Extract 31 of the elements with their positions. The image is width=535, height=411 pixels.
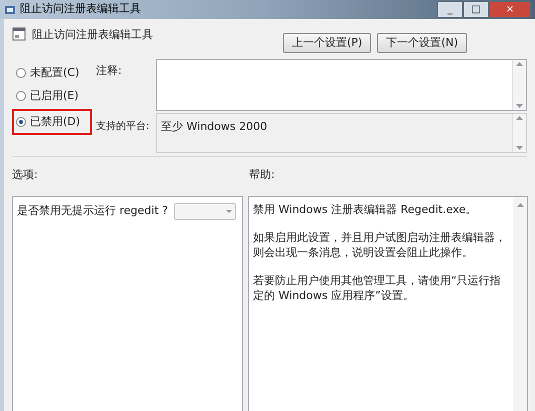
scroll-up-icon[interactable] [516, 62, 523, 66]
radio-option[interactable]: 已启用(E) [12, 86, 92, 106]
comment-label: 注释: [96, 63, 123, 79]
radio-option[interactable]: 已禁用(D) [12, 109, 92, 135]
radio-button[interactable] [16, 68, 26, 78]
app-icon [4, 4, 16, 16]
scroll-up-icon[interactable] [516, 202, 524, 206]
scroll-down-icon[interactable] [516, 104, 523, 108]
radio-button[interactable] [16, 91, 26, 101]
option-question: 是否禁用无提示运行 regedit ? [17, 202, 168, 218]
dropdown-arrow-icon [226, 210, 232, 212]
platform-value: 至少 Windows 2000 [160, 119, 268, 135]
platform-label: 支持的平台: [96, 120, 150, 134]
window-title: 阻止访问注册表编辑工具 [20, 1, 141, 18]
next-setting-button[interactable]: 下一个设置(N) [377, 33, 468, 53]
options-label: 选项: [12, 167, 39, 183]
radio-button[interactable] [16, 117, 26, 127]
policy-icon [12, 27, 26, 41]
help-text: 如果启用此设置，并且用户试图启动注册表编辑器，则会出现一条消息，说明设置会阻止此操作。 [253, 230, 507, 260]
maximize-button[interactable]: □ [463, 1, 489, 18]
help-text: 禁用 Windows 注册表编辑器 Regedit.exe。 [253, 202, 478, 216]
close-button[interactable]: × [489, 1, 531, 18]
help-text: 若要防止用户使用其他管理工具，请使用“只运行指定的 Windows 应用程序”设置。 [253, 272, 502, 302]
minimize-button[interactable]: _ [437, 1, 463, 18]
scroll-down-icon[interactable] [516, 146, 523, 150]
radio-option[interactable]: 未配置(C) [12, 63, 92, 83]
help-label: 帮助: [249, 167, 275, 183]
previous-setting-button[interactable]: 上一个设置(P) [283, 33, 372, 53]
scroll-up-icon[interactable] [516, 116, 523, 120]
comment-field[interactable] [156, 59, 527, 111]
policy-title: 阻止访问注册表编辑工具 [32, 27, 153, 43]
